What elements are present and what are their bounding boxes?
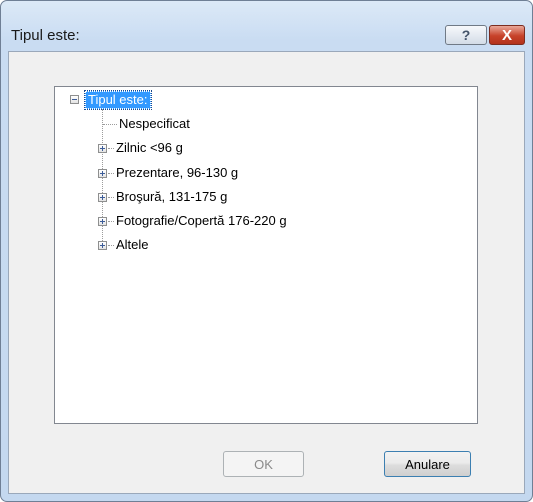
tree-item-fotografie[interactable]: Fotografie/Copertă 176-220 g bbox=[116, 213, 287, 229]
collapse-icon[interactable] bbox=[70, 95, 79, 104]
ok-button[interactable]: OK bbox=[223, 451, 304, 477]
tree-item-brosura[interactable]: Broşură, 131-175 g bbox=[116, 189, 227, 205]
dialog-client-area: Tipul este: Nespecificat Zilnic <96 g Pr… bbox=[8, 51, 525, 494]
tree-item-nespecificat[interactable]: Nespecificat bbox=[119, 116, 190, 132]
close-button[interactable]: X bbox=[489, 25, 525, 45]
tree-guide-line bbox=[108, 245, 114, 246]
expand-icon[interactable] bbox=[98, 144, 107, 153]
expand-icon[interactable] bbox=[98, 241, 107, 250]
close-icon: X bbox=[501, 26, 512, 44]
title-bar[interactable]: Tipul este: ? X bbox=[1, 1, 532, 51]
tree-view[interactable]: Tipul este: Nespecificat Zilnic <96 g Pr… bbox=[54, 86, 478, 424]
cancel-button[interactable]: Anulare bbox=[384, 451, 471, 477]
tree-guide-line bbox=[108, 197, 114, 198]
tree-guide-line bbox=[108, 221, 114, 222]
tree-guide-line bbox=[103, 124, 117, 125]
tree-root-item[interactable]: Tipul este: bbox=[84, 90, 152, 110]
tree-item-altele[interactable]: Altele bbox=[116, 237, 149, 253]
help-button[interactable]: ? bbox=[445, 25, 487, 45]
expand-icon[interactable] bbox=[98, 169, 107, 178]
window-title: Tipul este: bbox=[11, 27, 80, 44]
tree-guide-line bbox=[108, 173, 114, 174]
dialog-window: Tipul este: ? X Tipul este: Nespecificat… bbox=[0, 0, 533, 502]
tree-item-prezentare[interactable]: Prezentare, 96-130 g bbox=[116, 165, 238, 181]
expand-icon[interactable] bbox=[98, 193, 107, 202]
tree-guide-line bbox=[108, 148, 114, 149]
help-icon: ? bbox=[461, 27, 471, 43]
expand-icon[interactable] bbox=[98, 217, 107, 226]
tree-item-zilnic[interactable]: Zilnic <96 g bbox=[116, 140, 183, 156]
